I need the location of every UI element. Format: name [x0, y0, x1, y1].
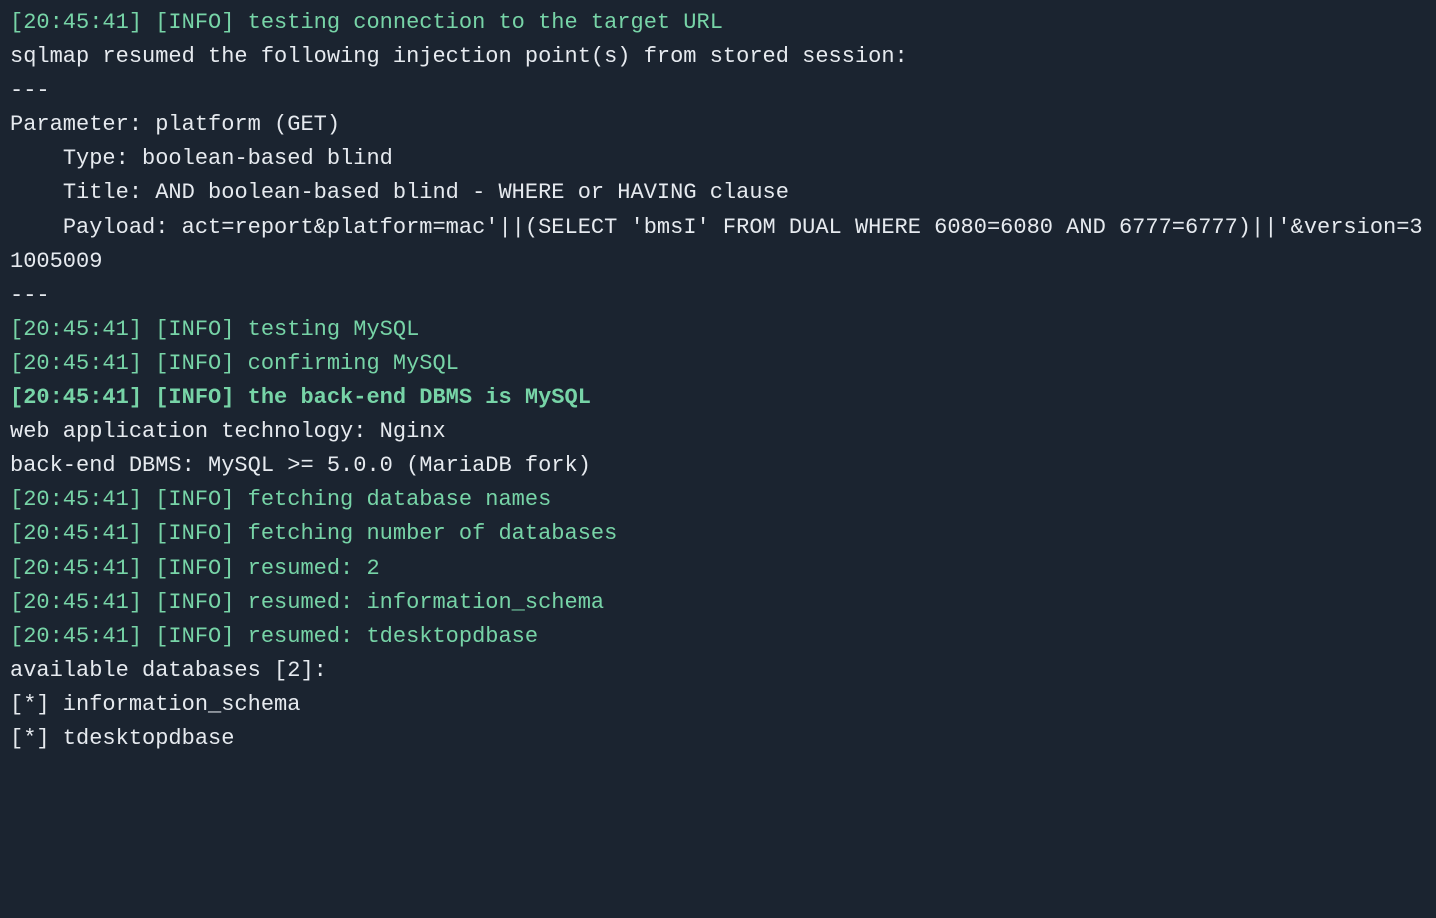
terminal-line: [20:45:41] [INFO] resumed: tdesktopdbase: [10, 620, 1426, 654]
terminal-text: back-end DBMS: MySQL >= 5.0.0 (MariaDB f…: [10, 453, 591, 478]
terminal-line: [20:45:41] [INFO] resumed: 2: [10, 552, 1426, 586]
terminal-text: available databases [2]:: [10, 658, 327, 683]
terminal-text: web application technology: Nginx: [10, 419, 446, 444]
terminal-text: ---: [10, 78, 50, 103]
terminal-text: Type: boolean-based blind: [10, 146, 393, 171]
terminal-line: available databases [2]:: [10, 654, 1426, 688]
terminal-text: [20:45:41] [INFO] fetching database name…: [10, 487, 551, 512]
terminal-text: Parameter: platform (GET): [10, 112, 340, 137]
terminal-text: ---: [10, 283, 50, 308]
terminal-line: [20:45:41] [INFO] fetching database name…: [10, 483, 1426, 517]
terminal-text: [20:45:41] [INFO] testing connection to …: [10, 10, 723, 35]
terminal-text: [*] tdesktopdbase: [10, 726, 234, 751]
terminal-text: Title: AND boolean-based blind - WHERE o…: [10, 180, 789, 205]
terminal-line: web application technology: Nginx: [10, 415, 1426, 449]
terminal-text: [20:45:41] [INFO] resumed: tdesktopdbase: [10, 624, 538, 649]
terminal-line: [20:45:41] [INFO] the back-end DBMS is M…: [10, 381, 1426, 415]
terminal-line: [20:45:41] [INFO] testing connection to …: [10, 6, 1426, 40]
terminal-line: back-end DBMS: MySQL >= 5.0.0 (MariaDB f…: [10, 449, 1426, 483]
terminal-line: Payload: act=report&platform=mac'||(SELE…: [10, 211, 1426, 279]
terminal-text: [20:45:41] [INFO] the back-end DBMS is M…: [10, 385, 591, 410]
terminal-line: ---: [10, 74, 1426, 108]
terminal-text: [20:45:41] [INFO] confirming MySQL: [10, 351, 459, 376]
terminal-line: Type: boolean-based blind: [10, 142, 1426, 176]
terminal-line: [20:45:41] [INFO] confirming MySQL: [10, 347, 1426, 381]
terminal-line: Parameter: platform (GET): [10, 108, 1426, 142]
terminal-text: [20:45:41] [INFO] resumed: information_s…: [10, 590, 604, 615]
terminal-text: [*] information_schema: [10, 692, 300, 717]
terminal-text: [20:45:41] [INFO] resumed: 2: [10, 556, 380, 581]
terminal-line: Title: AND boolean-based blind - WHERE o…: [10, 176, 1426, 210]
terminal-line: [20:45:41] [INFO] fetching number of dat…: [10, 517, 1426, 551]
terminal-text: Payload: act=report&platform=mac'||(SELE…: [10, 215, 1423, 274]
terminal-text: [20:45:41] [INFO] testing MySQL: [10, 317, 419, 342]
terminal-line: [*] information_schema: [10, 688, 1426, 722]
terminal-line: [20:45:41] [INFO] resumed: information_s…: [10, 586, 1426, 620]
terminal-output: [20:45:41] [INFO] testing connection to …: [0, 0, 1436, 766]
terminal-line: sqlmap resumed the following injection p…: [10, 40, 1426, 74]
terminal-line: ---: [10, 279, 1426, 313]
terminal-text: sqlmap resumed the following injection p…: [10, 44, 908, 69]
terminal-line: [*] tdesktopdbase: [10, 722, 1426, 756]
terminal-text: [20:45:41] [INFO] fetching number of dat…: [10, 521, 617, 546]
terminal-line: [20:45:41] [INFO] testing MySQL: [10, 313, 1426, 347]
